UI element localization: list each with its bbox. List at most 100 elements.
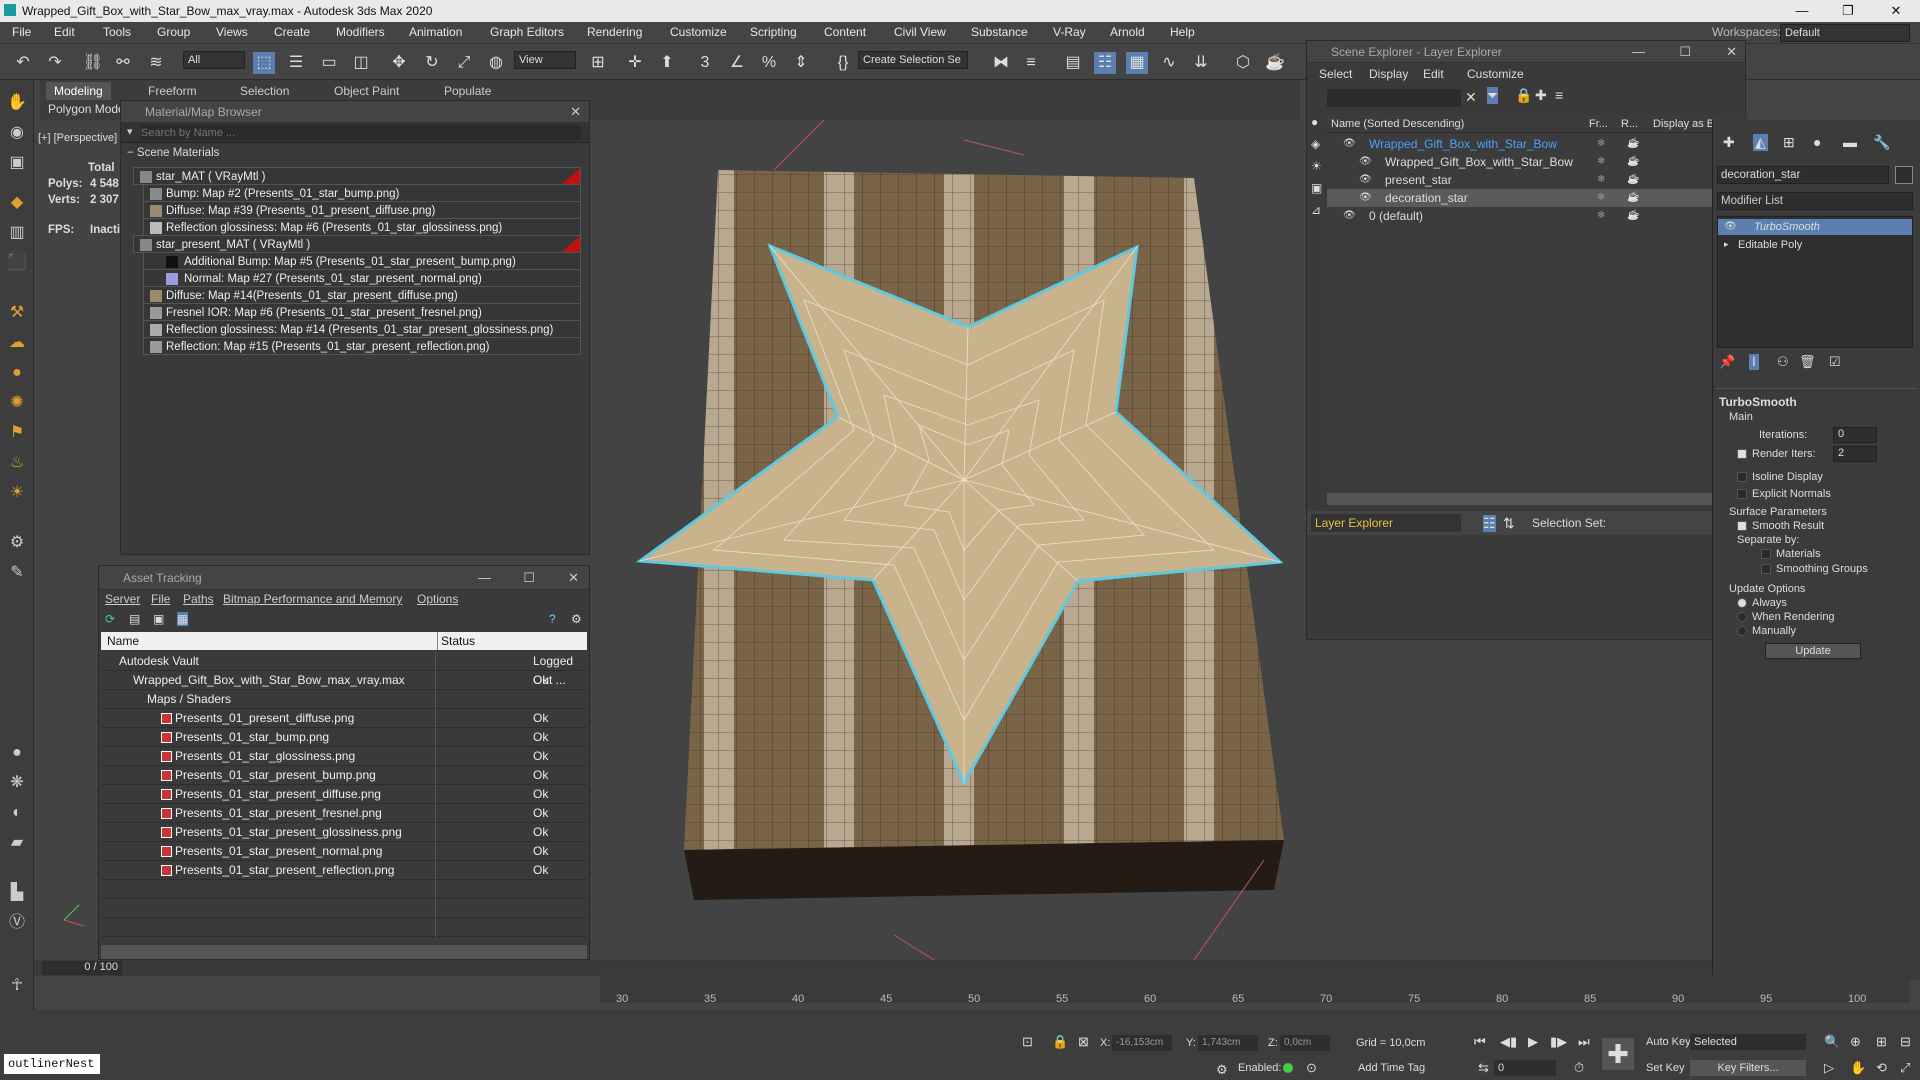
col-render[interactable]: R... [1621,118,1638,130]
menu-modifiers[interactable]: Modifiers [336,25,385,39]
light-filter-icon[interactable]: ☀ [1311,159,1322,173]
perspective-viewport[interactable]: [+] [Perspective] [S Total Polys: 4 548 … [34,40,1747,960]
minimize-icon[interactable]: — [1632,41,1645,63]
layer-explorer-icon[interactable]: ☷ [1094,52,1116,74]
render-iters-row[interactable]: Render Iters: [1737,448,1816,460]
camera-icon[interactable]: ▣ [6,152,28,174]
zoom-extents-all-icon[interactable]: ⊟ [1900,1034,1911,1050]
renderable-icon[interactable]: ☕ [1627,207,1639,225]
when-rendering-radio[interactable] [1737,612,1747,623]
freeze-icon[interactable]: ❄ [1597,153,1605,171]
settings-icon[interactable]: ⚙ [6,532,28,554]
selected-dropdown[interactable]: Selected [1690,1034,1806,1050]
always-radio[interactable] [1737,598,1747,609]
asset-row[interactable]: Presents_01_star_present_reflection.png O… [101,861,587,880]
pin-stack-icon[interactable]: 📌 [1719,354,1735,370]
render-setup-icon[interactable]: ☕ [1264,52,1286,74]
horizontal-scrollbar[interactable] [101,945,587,959]
menu-display[interactable]: Display [1369,67,1408,81]
render-frame-icon[interactable]: ⬛ [6,252,28,274]
key-mode-icon[interactable]: ⇆ [1478,1060,1489,1076]
ribbon-tab-modeling[interactable]: Modeling [46,82,111,100]
link-icon[interactable]: ⛓ [82,52,104,74]
percent-snap-icon[interactable]: % [758,52,780,74]
menu-content[interactable]: Content [824,25,866,39]
ribbon-tab-populate[interactable]: Populate [436,82,499,100]
rollout-title[interactable]: TurboSmooth [1719,395,1797,409]
layer-row[interactable]: 👁 present_star ❄ ☕ [1327,171,1747,189]
render-iters-spinner[interactable]: 2 [1833,446,1877,462]
window-crossing-icon[interactable]: ◫ [350,52,372,74]
spinner-snap-icon[interactable]: ⇕ [790,52,812,74]
menu-file[interactable]: File [12,25,31,39]
x-coordinate-field[interactable]: -16,153cm [1112,1035,1172,1051]
menu-vray[interactable]: V-Ray [1053,25,1086,39]
next-frame-icon[interactable]: ▮▶ [1550,1034,1567,1050]
remove-modifier-icon[interactable]: 🗑 [1799,354,1816,370]
material-row[interactable]: Diffuse: Map #39 (Presents_01_present_di… [143,201,581,219]
smoothing-groups-row[interactable]: Smoothing Groups [1761,563,1868,575]
hierarchy-tab-icon[interactable]: ⊞ [1783,134,1795,151]
layer-row[interactable]: 👁 0 (default) ❄ ☕ [1327,207,1747,225]
asset-tracking-titlebar[interactable]: Asset Tracking — ☐ ✕ [99,566,589,590]
show-end-result-icon[interactable]: Ⅰ [1749,354,1759,370]
cloud-icon[interactable]: ☁ [6,332,28,354]
go-to-end-icon[interactable]: ⏭ [1578,1034,1590,1050]
zoom-extents-icon[interactable]: ⊞ [1876,1034,1887,1050]
menu-arnold[interactable]: Arnold [1110,25,1145,39]
schematic-view-icon[interactable]: ⇊ [1190,52,1212,74]
explorer-search-input[interactable] [1311,89,1461,107]
material-row[interactable]: Fresnel IOR: Map #6 (Presents_01_star_pr… [143,303,581,321]
pan-icon[interactable]: ✋ [1850,1060,1866,1076]
explorer-type-dropdown[interactable]: Layer Explorer [1311,514,1461,532]
freeze-icon[interactable]: ❄ [1597,135,1605,153]
expand-icon[interactable]: ▸ [1724,239,1729,250]
col-name[interactable]: Name [107,634,139,648]
maximize-viewport-icon[interactable]: ⤢ [1900,1060,1910,1076]
visibility-eye-icon[interactable]: 👁 [1359,153,1372,171]
edit-named-selection-icon[interactable]: {} [832,52,854,74]
asset-row[interactable]: Presents_01_star_present_glossiness.png O… [101,823,587,842]
when-rendering-row[interactable]: When Rendering [1737,611,1835,623]
unlink-icon[interactable]: ⚯ [112,52,134,74]
y-coordinate-field[interactable]: 1,743cm [1198,1035,1258,1051]
asset-row[interactable]: Maps / Shaders [101,690,587,709]
material-row[interactable]: Normal: Map #27 (Presents_01_star_presen… [143,269,581,287]
lock-icon[interactable]: 🔒 [1515,87,1532,104]
hammer-icon[interactable]: ⚒ [6,302,28,324]
sun-icon[interactable]: ☀ [6,482,28,504]
add-time-tag[interactable]: Add Time Tag [1358,1062,1425,1074]
vray-icon[interactable]: Ⓥ [6,912,28,934]
renderable-icon[interactable]: ☕ [1627,171,1639,189]
maximize-button[interactable]: ❐ [1826,0,1870,22]
eye-icon[interactable]: 👁 [1724,221,1737,232]
placement-icon[interactable]: ◍ [485,52,507,74]
smoothing-groups-checkbox[interactable] [1761,564,1771,575]
menu-customize[interactable]: Customize [1467,67,1524,81]
renderable-icon[interactable]: ☕ [1627,153,1639,171]
align-icon[interactable]: ≡ [1020,52,1042,74]
freeze-icon[interactable]: ❄ [1597,171,1605,189]
zoom-all-icon[interactable]: ⊕ [1850,1034,1861,1050]
reference-coord-dropdown[interactable]: View [514,51,576,69]
close-icon[interactable]: ✕ [1726,41,1737,63]
current-frame-field[interactable]: 0 [1494,1060,1556,1076]
time-tag-icon[interactable]: ⊙ [1306,1060,1317,1076]
asset-row[interactable]: Presents_01_star_glossiness.png Ok [101,747,587,766]
prev-frame-icon[interactable]: ◀▮ [1500,1034,1517,1050]
create-selection-set-dropdown[interactable]: Create Selection Se [858,51,968,69]
zoom-icon[interactable]: 🔍 [1824,1034,1840,1050]
col-freeze[interactable]: Fr... [1589,118,1608,130]
bind-spacewarp-icon[interactable]: ≋ [145,52,167,74]
material-search-input[interactable] [141,125,581,140]
explicit-normals-row[interactable]: Explicit Normals [1737,488,1831,500]
menu-scripting[interactable]: Scripting [750,25,797,39]
visibility-eye-icon[interactable]: 👁 [1359,171,1372,189]
utilities-tab-icon[interactable]: 🔧 [1873,134,1890,151]
modify-tab-icon[interactable]: ◭ [1753,134,1768,151]
help-icon[interactable]: ? [549,612,556,626]
lamp-icon[interactable]: ♨ [6,452,28,474]
selection-filter-dropdown[interactable]: All [183,51,245,69]
network-icon[interactable]: ❋ [6,772,28,794]
isolate-icon[interactable]: ⊡ [1022,1034,1033,1050]
